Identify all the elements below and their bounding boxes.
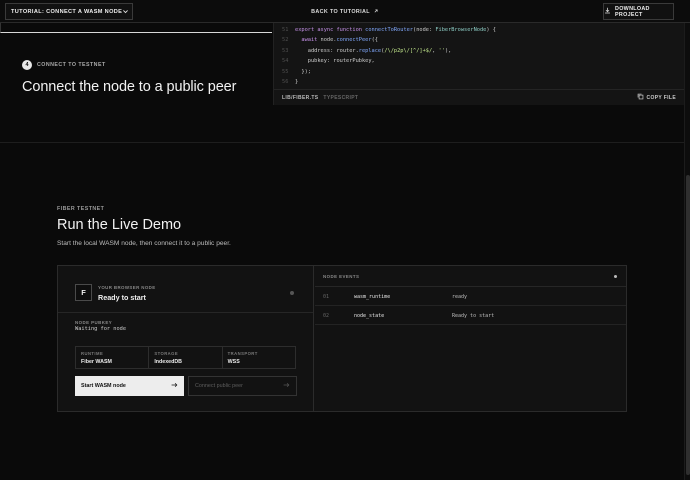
stat-storage: STORAGE IndexedDB — [149, 347, 223, 368]
node-status-indicator — [290, 291, 294, 295]
step-card-edge — [0, 23, 272, 33]
node-header: F YOUR BROWSER NODE Ready to start — [58, 266, 313, 313]
stat-transport: TRANSPORT WSS — [223, 347, 295, 368]
download-project-label: DOWNLOAD PROJECT — [615, 5, 650, 18]
node-control-column: F YOUR BROWSER NODE Ready to start NODE … — [58, 266, 314, 411]
code-text: export async function connectToRouter(no… — [295, 27, 496, 33]
code-line: 54 pubkey: routerPubkey, — [282, 56, 496, 66]
event-value: ready — [452, 294, 468, 300]
copy-icon — [637, 93, 644, 102]
tutorial-select-label: TUTORIAL: CONNECT A WASM NODE — [11, 8, 123, 15]
line-number: 56 — [282, 79, 289, 86]
node-stats: RUNTIME Fiber WASM STORAGE IndexedDB TRA… — [75, 346, 296, 369]
event-key: wasm_runtime — [354, 294, 391, 300]
stat-runtime: RUNTIME Fiber WASM — [76, 347, 150, 368]
code-text: }); — [295, 68, 311, 75]
node-status: Ready to start — [98, 293, 146, 302]
node-pubkey-label: NODE PUBKEY — [75, 320, 113, 325]
stat-value: Fiber WASM — [81, 359, 112, 365]
scrollbar-thumb[interactable] — [686, 175, 690, 475]
node-events-header: NODE EVENTS — [315, 266, 626, 287]
code-text: pubkey: routerPubkey, — [295, 58, 375, 65]
step-title: Connect the node to a public peer — [22, 79, 237, 95]
events-live-indicator — [614, 274, 617, 278]
code-line: 55 }); — [282, 67, 496, 77]
event-row: 02 node_state Ready to start — [315, 307, 626, 325]
code-text: await node.connectPeer({ — [301, 37, 378, 44]
arrow-right-icon — [171, 382, 178, 390]
download-project-button[interactable]: DOWNLOAD PROJECT — [603, 3, 674, 20]
tutorial-select[interactable]: TUTORIAL: CONNECT A WASM NODE — [5, 3, 133, 20]
code-line: 52 await node.connectPeer({ — [282, 35, 496, 45]
page-scrollbar[interactable] — [684, 23, 690, 480]
line-number: 53 — [282, 47, 289, 54]
line-number: 54 — [282, 58, 289, 65]
code-panel: 51 export async function connectToRouter(… — [273, 23, 684, 105]
code-language: TYPESCRIPT — [323, 94, 359, 101]
event-row: 01 wasm_runtime ready — [315, 288, 626, 306]
download-icon — [604, 7, 611, 16]
event-key: node_state — [354, 313, 385, 319]
live-demo-panel: F YOUR BROWSER NODE Ready to start NODE … — [57, 265, 627, 412]
demo-eyebrow: FIBER TESTNET — [57, 206, 105, 212]
code-line: 56} — [282, 77, 496, 87]
event-value: Ready to start — [452, 313, 495, 319]
line-number: 55 — [282, 68, 289, 75]
step-header: 4 CONNECT TO TESTNET — [22, 60, 106, 70]
section-divider — [0, 142, 684, 143]
stat-value: IndexedDB — [154, 359, 182, 365]
arrow-up-right-icon — [373, 8, 379, 16]
line-number: 51 — [282, 27, 289, 33]
node-actions: Start WASM node Connect public peer — [75, 376, 297, 396]
step-label: CONNECT TO TESTNET — [37, 62, 106, 68]
start-wasm-node-label: Start WASM node — [81, 383, 126, 389]
top-nav: TUTORIAL: CONNECT A WASM NODE BACK TO TU… — [0, 0, 690, 23]
node-events-column: NODE EVENTS 01 wasm_runtime ready 02 nod… — [315, 266, 626, 411]
demo-title: Run the Live Demo — [57, 217, 182, 233]
code-block: 51 export async function connectToRouter(… — [282, 25, 496, 87]
event-index: 01 — [323, 294, 330, 300]
stat-value: WSS — [227, 359, 240, 365]
stat-label: RUNTIME — [81, 351, 104, 356]
demo-subtitle: Start the local WASM node, then connect … — [57, 240, 231, 247]
code-line: 51 export async function connectToRouter(… — [282, 25, 496, 35]
copy-file-label: COPY FILE — [646, 94, 676, 101]
stat-label: STORAGE — [154, 351, 179, 356]
connect-public-peer-label: Connect public peer — [195, 383, 243, 389]
line-number: 52 — [282, 37, 289, 44]
code-line: 53 address: router.replace(/\/p2p\/[^/]+… — [282, 46, 496, 56]
copy-file-button[interactable]: COPY FILE — [637, 93, 676, 102]
start-wasm-node-button[interactable]: Start WASM node — [75, 376, 184, 396]
code-file-name: LIB/FIBER.TS — [282, 94, 319, 101]
back-to-tutorial-link[interactable]: BACK TO TUTORIAL — [311, 9, 370, 15]
event-index: 02 — [323, 313, 330, 319]
connect-public-peer-button[interactable]: Connect public peer — [188, 376, 297, 396]
node-avatar: F — [75, 284, 92, 301]
code-text: address: router.replace(/\/p2p\/[^/]+$/,… — [295, 47, 452, 54]
node-caption: YOUR BROWSER NODE — [98, 285, 156, 290]
node-events-title: NODE EVENTS — [323, 273, 360, 279]
stat-label: TRANSPORT — [227, 351, 258, 356]
chevron-down-icon — [122, 8, 129, 15]
arrow-right-icon — [283, 382, 290, 390]
code-footer: LIB/FIBER.TS TYPESCRIPT COPY FILE — [274, 89, 684, 105]
code-text: } — [295, 79, 299, 86]
step-number-badge: 4 — [22, 60, 32, 70]
node-pubkey-value: Waiting for node — [75, 326, 127, 332]
